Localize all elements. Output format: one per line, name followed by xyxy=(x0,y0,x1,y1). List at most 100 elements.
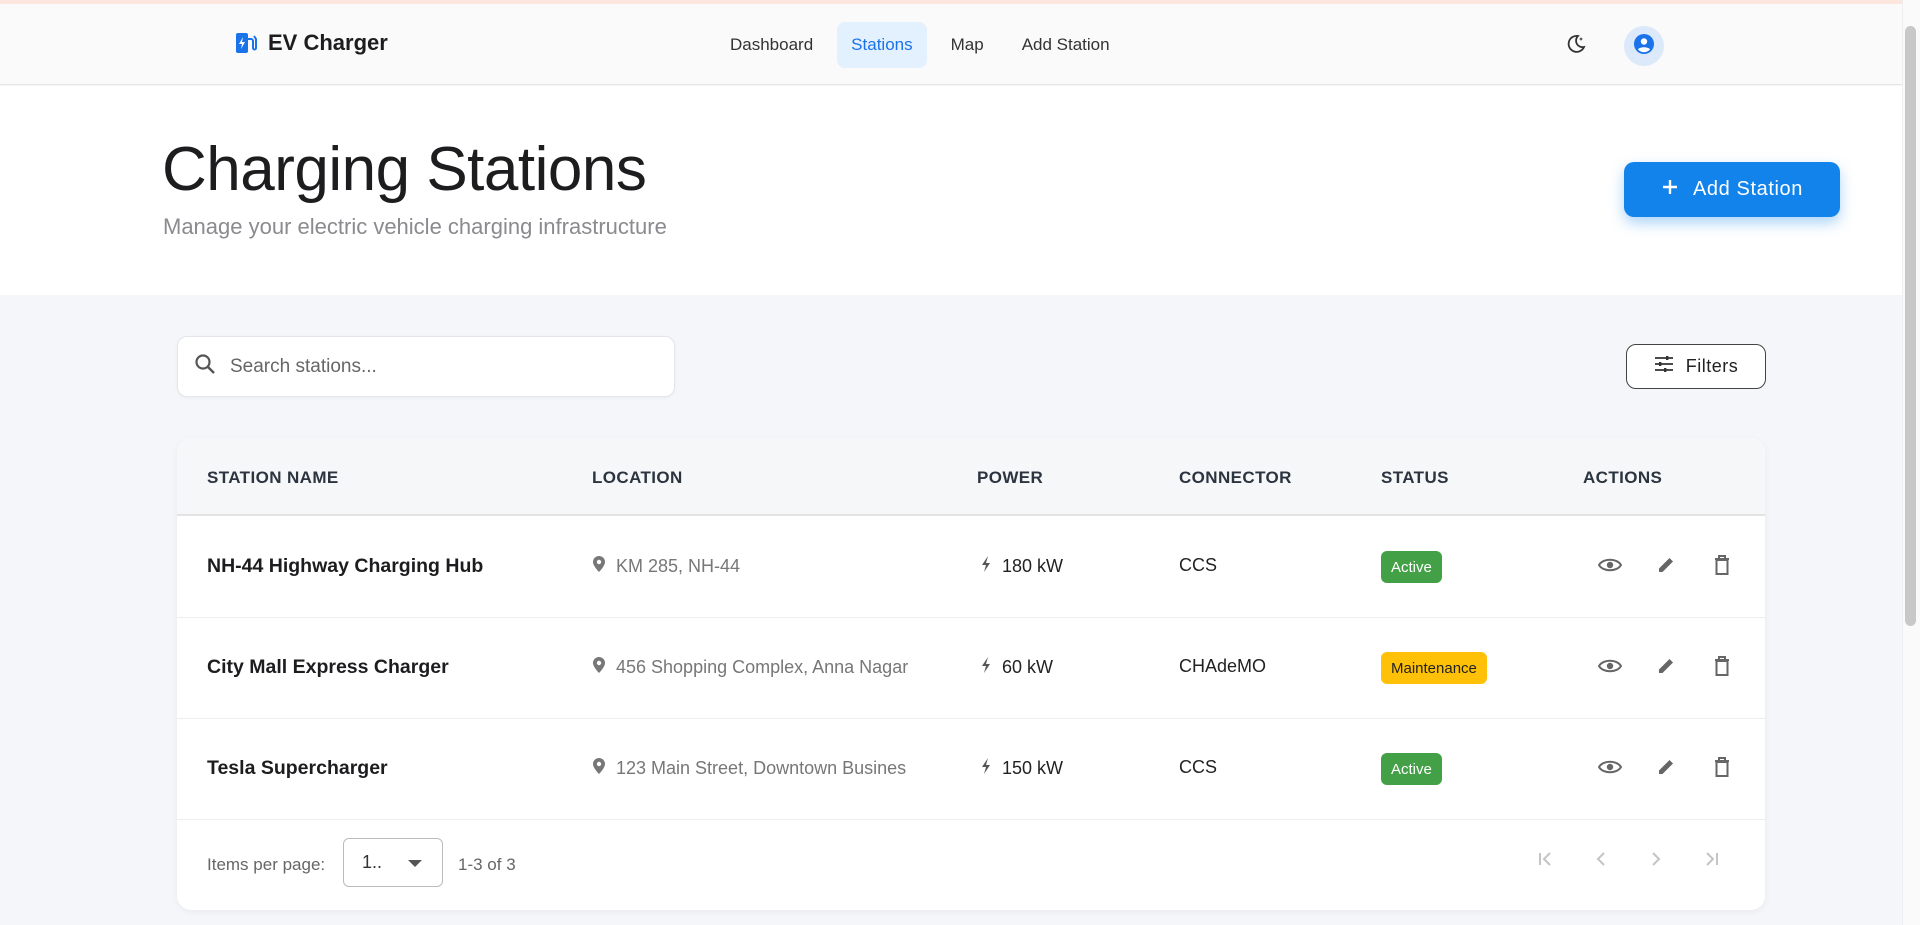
ev-station-icon xyxy=(234,30,258,56)
eye-icon xyxy=(1597,759,1623,780)
location-text: KM 285, NH-44 xyxy=(616,556,741,576)
delete-button[interactable] xyxy=(1707,754,1737,784)
first-page-icon xyxy=(1537,851,1555,872)
table-row[interactable]: City Mall Express Charger 456 Shopping C… xyxy=(177,618,1765,719)
location-pin-icon xyxy=(592,757,606,780)
first-page-button[interactable] xyxy=(1531,846,1561,876)
brand[interactable]: EV Charger xyxy=(234,30,388,56)
header-location[interactable]: LOCATION xyxy=(592,468,683,488)
eye-icon xyxy=(1597,557,1623,578)
row-actions xyxy=(1595,653,1737,683)
nav-dashboard[interactable]: Dashboard xyxy=(716,22,827,68)
next-page-button[interactable] xyxy=(1641,846,1671,876)
page-range: 1-3 of 3 xyxy=(458,855,516,874)
pencil-icon xyxy=(1656,656,1676,681)
trash-icon xyxy=(1713,554,1731,581)
header-actions xyxy=(1556,26,1664,66)
station-location: 456 Shopping Complex, Anna Nagar xyxy=(592,656,908,679)
table-row[interactable]: Tesla Supercharger 123 Main Street, Down… xyxy=(177,719,1765,820)
table-pagination: Items per page: 1.. 1-3 of 3 xyxy=(177,818,1765,910)
station-name: NH-44 Highway Charging Hub xyxy=(207,555,484,577)
search-box[interactable] xyxy=(177,336,675,397)
items-per-page-label: Items per page: xyxy=(207,855,326,874)
app-header: EV Charger Dashboard Stations Map Add St… xyxy=(0,4,1902,85)
status-badge: Active xyxy=(1381,551,1442,583)
table-header: STATION NAME LOCATION POWER CONNECTOR ST… xyxy=(177,438,1765,516)
nav-add-station[interactable]: Add Station xyxy=(1008,22,1124,68)
bolt-icon xyxy=(980,757,992,780)
location-text: 123 Main Street, Downtown Busines xyxy=(616,758,907,778)
header-actions: ACTIONS xyxy=(1583,468,1663,487)
header-connector[interactable]: CONNECTOR xyxy=(1179,468,1292,488)
theme-toggle-button[interactable] xyxy=(1556,26,1596,66)
add-station-label: Add Station xyxy=(1692,178,1803,200)
table-row[interactable]: NH-44 Highway Charging Hub KM 285, NH-44… xyxy=(177,517,1765,618)
station-name: Tesla Supercharger xyxy=(207,757,388,779)
station-connector: CCS xyxy=(1179,555,1218,575)
add-station-button[interactable]: Add Station xyxy=(1624,162,1840,217)
station-location: KM 285, NH-44 xyxy=(592,555,740,578)
row-actions xyxy=(1595,754,1737,784)
app-title: EV Charger xyxy=(268,30,388,55)
search-icon xyxy=(194,353,216,380)
filters-label: Filters xyxy=(1685,356,1739,376)
bolt-icon xyxy=(980,656,992,679)
chevron-left-icon xyxy=(1595,851,1607,872)
power-text: 60 kW xyxy=(1002,657,1054,677)
station-power: 150 kW xyxy=(980,757,1063,780)
tune-icon xyxy=(1654,355,1674,378)
trash-icon xyxy=(1713,655,1731,682)
pager-controls xyxy=(1531,846,1726,876)
moon-icon xyxy=(1566,34,1586,59)
bolt-icon xyxy=(980,555,992,578)
page-scrollbar-thumb[interactable] xyxy=(1905,26,1916,626)
nav-map[interactable]: Map xyxy=(937,22,998,68)
chevron-right-icon xyxy=(1650,851,1662,872)
station-name: City Mall Express Charger xyxy=(207,656,449,678)
view-button[interactable] xyxy=(1595,754,1625,784)
location-text: 456 Shopping Complex, Anna Nagar xyxy=(616,657,909,677)
nav-stations[interactable]: Stations xyxy=(837,22,927,68)
station-connector: CCS xyxy=(1179,757,1218,777)
pencil-icon xyxy=(1656,757,1676,782)
plus-icon xyxy=(1661,178,1679,202)
caret-down-icon xyxy=(408,860,422,867)
location-pin-icon xyxy=(592,555,606,578)
page-title: Charging Stations xyxy=(162,135,647,204)
power-text: 150 kW xyxy=(1002,758,1064,778)
stations-table: STATION NAME LOCATION POWER CONNECTOR ST… xyxy=(177,438,1765,910)
last-page-icon xyxy=(1702,851,1720,872)
account-button[interactable] xyxy=(1624,26,1664,66)
delete-button[interactable] xyxy=(1707,552,1737,582)
filters-button[interactable]: Filters xyxy=(1626,344,1766,389)
items-per-page-select[interactable]: 1.. xyxy=(343,838,443,887)
station-power: 180 kW xyxy=(980,555,1063,578)
account-circle-icon xyxy=(1633,33,1655,60)
main-nav: Dashboard Stations Map Add Station xyxy=(716,22,1124,68)
power-text: 180 kW xyxy=(1002,556,1064,576)
edit-button[interactable] xyxy=(1651,653,1681,683)
view-button[interactable] xyxy=(1595,653,1625,683)
header-power[interactable]: POWER xyxy=(977,468,1043,488)
delete-button[interactable] xyxy=(1707,653,1737,683)
edit-button[interactable] xyxy=(1651,552,1681,582)
header-status[interactable]: STATUS xyxy=(1381,468,1449,488)
view-button[interactable] xyxy=(1595,552,1625,582)
edit-button[interactable] xyxy=(1651,754,1681,784)
station-connector: CHAdeMO xyxy=(1179,656,1267,676)
row-actions xyxy=(1595,552,1737,582)
prev-page-button[interactable] xyxy=(1586,846,1616,876)
page-subtitle: Manage your electric vehicle charging in… xyxy=(163,214,667,239)
trash-icon xyxy=(1713,756,1731,783)
station-location: 123 Main Street, Downtown Busines xyxy=(592,757,906,780)
status-badge: Active xyxy=(1381,753,1442,785)
items-per-page-value: 1.. xyxy=(362,852,383,872)
page-hero: Charging Stations Manage your electric v… xyxy=(0,86,1902,295)
status-badge: Maintenance xyxy=(1381,652,1487,684)
station-power: 60 kW xyxy=(980,656,1053,679)
eye-icon xyxy=(1597,658,1623,679)
header-station-name[interactable]: STATION NAME xyxy=(207,468,339,488)
location-pin-icon xyxy=(592,656,606,679)
last-page-button[interactable] xyxy=(1696,846,1726,876)
search-input[interactable] xyxy=(230,355,630,378)
